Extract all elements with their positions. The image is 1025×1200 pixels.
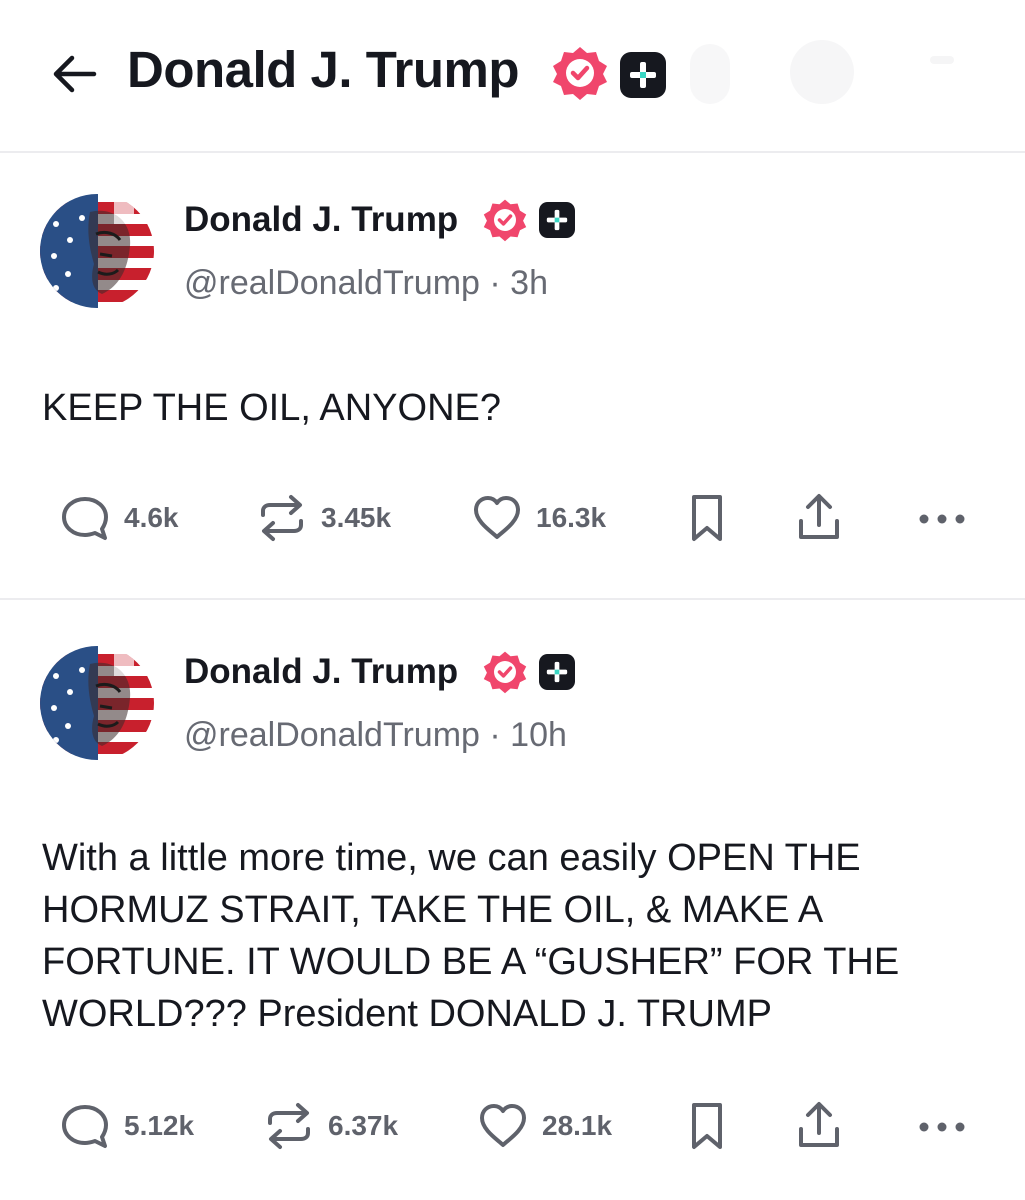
plus-badge-icon	[620, 52, 666, 98]
post-text: KEEP THE OIL, ANYONE?	[42, 387, 502, 429]
plus-badge-icon	[539, 654, 575, 690]
like-icon	[474, 496, 520, 539]
author-name[interactable]: Donald J. Trump	[184, 652, 458, 692]
more-icon	[919, 514, 965, 524]
repost-count: 6.37k	[328, 1110, 399, 1141]
handle[interactable]: @realDonaldTrump	[184, 716, 480, 754]
author-name[interactable]: Donald J. Trump	[184, 200, 458, 240]
bookmark-button[interactable]	[680, 1096, 734, 1156]
top-bar: Donald J. Trump	[0, 0, 1025, 152]
repost-icon	[268, 1103, 310, 1149]
faded-header-icon	[930, 56, 954, 64]
reply-button[interactable]: 5.12k	[58, 1096, 194, 1156]
faded-header-icon	[690, 44, 730, 104]
timestamp[interactable]: 3h	[510, 264, 548, 302]
repost-button[interactable]: 3.45k	[255, 488, 391, 548]
back-arrow-icon[interactable]	[52, 52, 98, 96]
repost-button[interactable]: 6.37k	[262, 1096, 398, 1156]
faded-header-button	[790, 40, 854, 104]
more-button[interactable]	[914, 488, 970, 548]
handle[interactable]: @realDonaldTrump	[184, 264, 480, 302]
handle-line: @realDonaldTrump · 10h	[184, 716, 567, 755]
like-count: 28.1k	[542, 1110, 613, 1141]
like-icon	[480, 1104, 526, 1147]
separator: ·	[489, 716, 501, 754]
bookmark-icon	[692, 495, 722, 541]
more-icon	[919, 1122, 965, 1132]
post-divider	[0, 598, 1025, 600]
share-icon	[799, 1102, 839, 1147]
reply-icon	[62, 497, 108, 540]
separator: ·	[489, 264, 501, 302]
share-button[interactable]	[792, 488, 846, 548]
more-button[interactable]	[914, 1096, 970, 1156]
share-button[interactable]	[792, 1096, 846, 1156]
like-button[interactable]: 28.1k	[476, 1096, 612, 1156]
avatar[interactable]	[40, 194, 154, 308]
bookmark-button[interactable]	[680, 488, 734, 548]
repost-icon	[261, 495, 303, 541]
reply-button[interactable]: 4.6k	[58, 488, 179, 548]
header-divider	[0, 151, 1025, 153]
like-count: 16.3k	[536, 502, 607, 533]
action-bar: 5.12k 6.37k 28.1k	[0, 1096, 1025, 1156]
avatar[interactable]	[40, 646, 154, 760]
verified-badge-icon	[483, 651, 527, 694]
reply-icon	[62, 1105, 108, 1148]
handle-line: @realDonaldTrump · 3h	[184, 264, 548, 303]
repost-count: 3.45k	[321, 502, 392, 533]
reply-count: 5.12k	[124, 1110, 195, 1141]
post-text: With a little more time, we can easily O…	[42, 837, 900, 1035]
verified-badge-icon	[553, 47, 607, 100]
share-icon	[799, 494, 839, 539]
timestamp[interactable]: 10h	[510, 716, 567, 754]
like-button[interactable]: 16.3k	[470, 488, 606, 548]
page-title: Donald J. Trump	[127, 41, 520, 98]
action-bar: 4.6k 3.45k 16.3k	[0, 488, 1025, 548]
bookmark-icon	[692, 1103, 722, 1149]
verified-badge-icon	[483, 199, 527, 242]
reply-count: 4.6k	[124, 502, 179, 533]
plus-badge-icon	[539, 202, 575, 238]
